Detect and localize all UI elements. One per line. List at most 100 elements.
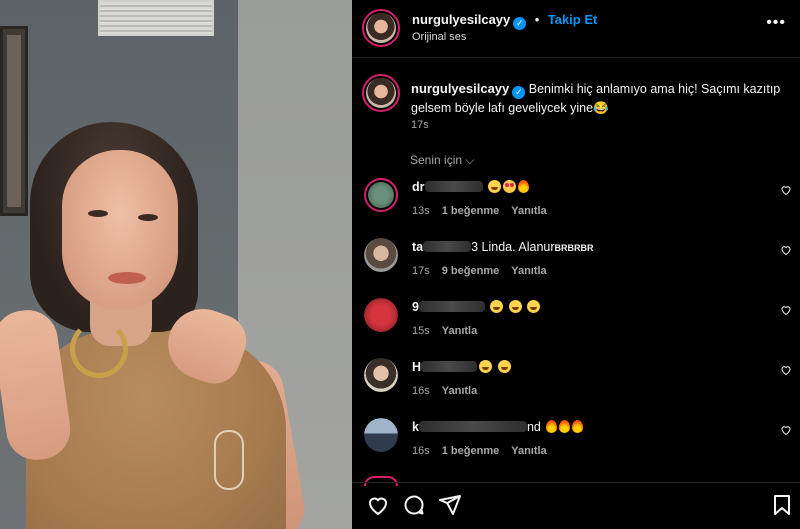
person-image bbox=[0, 0, 352, 529]
comment-meta: 16s Yanıtla bbox=[412, 385, 762, 397]
caption-avatar[interactable] bbox=[362, 74, 400, 112]
post-panel: nurgulyesilcayy ✓ • Takip Et Orijinal ses… bbox=[352, 0, 800, 529]
avatar-image bbox=[364, 418, 398, 452]
comment-item: ta 3 Linda. AlanurBRBRBR 17s 9 beğenme Yanı… bbox=[352, 238, 800, 298]
comment-body: k nd 16s 1 beğenme Yanıtla bbox=[412, 420, 762, 457]
comment-message: nd bbox=[526, 420, 541, 434]
comment-username[interactable]: dr bbox=[412, 180, 425, 194]
comment-body: 9 15s Yanıtla bbox=[412, 300, 762, 337]
comment-avatar[interactable] bbox=[364, 358, 398, 392]
comment-text: k nd bbox=[412, 420, 762, 434]
comment-time[interactable]: 17s bbox=[412, 265, 430, 277]
comment-likes[interactable]: 1 beğenme bbox=[442, 205, 499, 217]
fire-emoji-icon bbox=[572, 420, 584, 433]
avatar-image bbox=[366, 78, 396, 108]
comment-meta: 13s 1 beğenme Yanıtla bbox=[412, 205, 762, 217]
comment-body: ta 3 Linda. AlanurBRBRBR 17s 9 beğenme Yanı… bbox=[412, 240, 762, 277]
reply-button[interactable]: Yanıtla bbox=[442, 325, 477, 337]
comment-item: H 16s Yanıtla bbox=[352, 358, 800, 418]
blurred-username bbox=[424, 181, 483, 192]
comment-avatar[interactable] bbox=[364, 298, 398, 332]
comment-time[interactable]: 15s bbox=[412, 325, 430, 337]
like-heart-icon[interactable] bbox=[780, 244, 792, 256]
hand-left bbox=[0, 306, 75, 464]
reply-button[interactable]: Yanıtla bbox=[442, 385, 477, 397]
comment-likes[interactable]: 9 beğenme bbox=[442, 265, 499, 277]
comment-text: H bbox=[412, 360, 762, 374]
separator-dot: • bbox=[534, 12, 540, 27]
eye-left bbox=[88, 210, 108, 217]
blurred-username bbox=[418, 301, 485, 312]
comment-body: dr 13s 1 beğenme Yanıtla bbox=[412, 180, 762, 217]
fire-emoji-icon bbox=[517, 180, 529, 193]
like-heart-icon[interactable] bbox=[366, 493, 390, 517]
avatar-image bbox=[368, 182, 394, 208]
comment-time[interactable]: 16s bbox=[412, 445, 430, 457]
comment-text: dr bbox=[412, 180, 762, 194]
like-heart-icon[interactable] bbox=[780, 424, 792, 436]
comment-bubble-icon[interactable] bbox=[402, 493, 426, 517]
comment-item: 9 15s Yanıtla bbox=[352, 298, 800, 358]
audio-label[interactable]: Orijinal ses bbox=[412, 31, 466, 43]
verified-badge-icon: ✓ bbox=[513, 17, 527, 30]
like-heart-icon[interactable] bbox=[780, 364, 792, 376]
reply-button[interactable]: Yanıtla bbox=[511, 205, 546, 217]
face bbox=[62, 150, 178, 310]
reply-button[interactable]: Yanıtla bbox=[511, 445, 546, 457]
comment-item: k nd 16s 1 beğenme Yanıtla bbox=[352, 418, 800, 478]
share-paper-plane-icon[interactable] bbox=[438, 493, 462, 517]
comment-message: 3 Linda. Alanur bbox=[471, 240, 555, 254]
caption-text: nurgulyesilcayy ✓ Benimki hiç anlamıyo am… bbox=[411, 80, 781, 117]
author-username[interactable]: nurgulyesilcayy bbox=[412, 12, 510, 27]
avatar-image bbox=[366, 13, 396, 43]
comment-username[interactable]: k bbox=[412, 420, 419, 434]
reply-button[interactable]: Yanıtla bbox=[511, 265, 546, 277]
necklace bbox=[70, 320, 128, 378]
action-bar bbox=[352, 482, 800, 529]
comment-meta: 16s 1 beğenme Yanıtla bbox=[412, 445, 762, 457]
avatar-image bbox=[364, 358, 398, 392]
comment-meta: 15s Yanıtla bbox=[412, 325, 762, 337]
caption-username[interactable]: nurgulyesilcayy bbox=[411, 81, 509, 96]
comment-message-small: BRBRBR bbox=[554, 243, 594, 253]
comment-username[interactable]: 9 bbox=[412, 300, 419, 314]
fire-emoji-icon bbox=[559, 420, 571, 433]
comment-likes[interactable]: 1 beğenme bbox=[442, 445, 499, 457]
like-heart-icon[interactable] bbox=[780, 304, 792, 316]
comment-username[interactable]: H bbox=[412, 360, 421, 374]
heart-eyes-emoji-icon bbox=[502, 180, 516, 193]
comment-avatar[interactable] bbox=[364, 418, 398, 452]
comment-username[interactable]: ta bbox=[412, 240, 423, 254]
shirt-embroidery bbox=[214, 430, 244, 490]
laughing-emoji-icon bbox=[497, 360, 511, 373]
comment-sort-dropdown[interactable]: Senin için ⌵ bbox=[410, 153, 474, 168]
comment-avatar[interactable] bbox=[364, 178, 398, 212]
post-header: nurgulyesilcayy ✓ • Takip Et Orijinal ses… bbox=[352, 0, 800, 58]
eye-right bbox=[138, 214, 158, 221]
more-options-icon[interactable]: ••• bbox=[766, 14, 786, 32]
comment-text: ta 3 Linda. AlanurBRBRBR bbox=[412, 240, 762, 254]
post-media[interactable] bbox=[0, 0, 352, 529]
author-avatar[interactable] bbox=[362, 9, 400, 47]
save-bookmark-icon[interactable] bbox=[770, 493, 794, 517]
like-heart-icon[interactable] bbox=[780, 184, 792, 196]
avatar-image bbox=[364, 238, 398, 272]
comment-body: H 16s Yanıtla bbox=[412, 360, 762, 397]
comment-item: dr 13s 1 beğenme Yanıtla bbox=[352, 178, 800, 238]
lips bbox=[108, 272, 146, 284]
comment-time[interactable]: 13s bbox=[412, 205, 430, 217]
caption-timestamp[interactable]: 17s bbox=[411, 119, 429, 131]
laughing-emoji-icon bbox=[487, 180, 501, 193]
laughing-emoji-icon bbox=[479, 360, 493, 373]
comment-time[interactable]: 16s bbox=[412, 385, 430, 397]
blurred-username bbox=[421, 361, 478, 372]
comment-text: 9 bbox=[412, 300, 762, 314]
fire-emoji-icon bbox=[546, 420, 558, 433]
avatar-image bbox=[364, 298, 398, 332]
laughing-emoji-icon bbox=[527, 300, 541, 313]
blurred-username bbox=[423, 241, 472, 252]
verified-badge-icon: ✓ bbox=[512, 86, 526, 99]
author-line: nurgulyesilcayy ✓ • Takip Et bbox=[412, 11, 597, 30]
comment-avatar[interactable] bbox=[364, 238, 398, 272]
follow-button[interactable]: Takip Et bbox=[548, 12, 598, 27]
